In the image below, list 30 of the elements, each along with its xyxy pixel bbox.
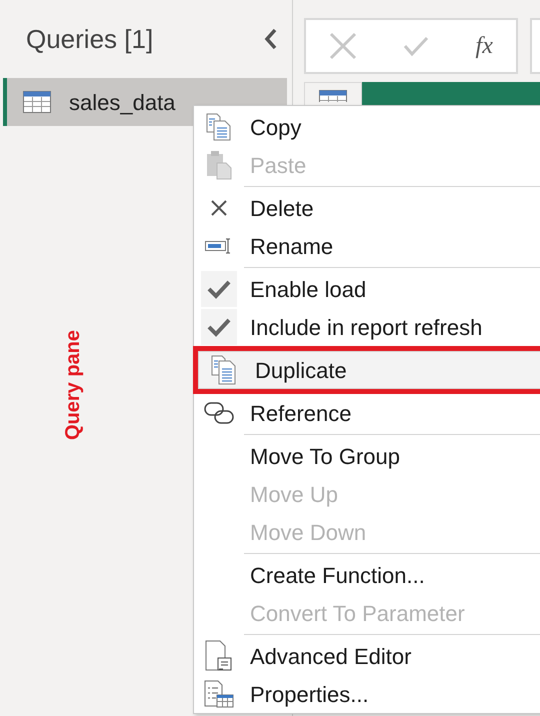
- pane-title: Queries [1]: [26, 22, 154, 56]
- menu-item[interactable]: Enable load: [194, 270, 540, 308]
- check-icon: [207, 317, 231, 337]
- checkbox[interactable]: [201, 271, 237, 307]
- menu-item[interactable]: Include in report refresh: [194, 308, 540, 346]
- properties-icon: [204, 680, 234, 708]
- close-icon: [210, 199, 228, 217]
- rename-icon: [205, 238, 233, 254]
- menu-item[interactable]: Create Function...: [194, 556, 540, 594]
- clipboard-icon: [206, 150, 232, 180]
- function-button[interactable]: fx: [476, 28, 493, 64]
- link-icon: [204, 402, 234, 424]
- menu-item[interactable]: Advanced Editor: [194, 637, 540, 675]
- annotation-label: Query pane: [61, 330, 86, 440]
- table-icon: [23, 91, 51, 113]
- document-icon: [205, 640, 233, 672]
- menu-item[interactable]: Duplicate: [198, 351, 540, 389]
- checkbox[interactable]: [201, 309, 237, 345]
- check-icon[interactable]: [403, 35, 430, 57]
- copy-icon: [206, 113, 232, 141]
- menu-item[interactable]: Rename: [194, 227, 540, 265]
- menu-item[interactable]: Properties...: [194, 675, 540, 713]
- menu-item[interactable]: Reference: [194, 394, 540, 432]
- menu-item[interactable]: Delete: [194, 189, 540, 227]
- check-icon: [207, 279, 231, 299]
- menu-item[interactable]: Move To Group: [194, 437, 540, 475]
- documents-icon: [211, 355, 237, 385]
- table-icon: [319, 90, 347, 102]
- formula-input[interactable]: [530, 18, 540, 74]
- collapse-icon[interactable]: [264, 28, 278, 50]
